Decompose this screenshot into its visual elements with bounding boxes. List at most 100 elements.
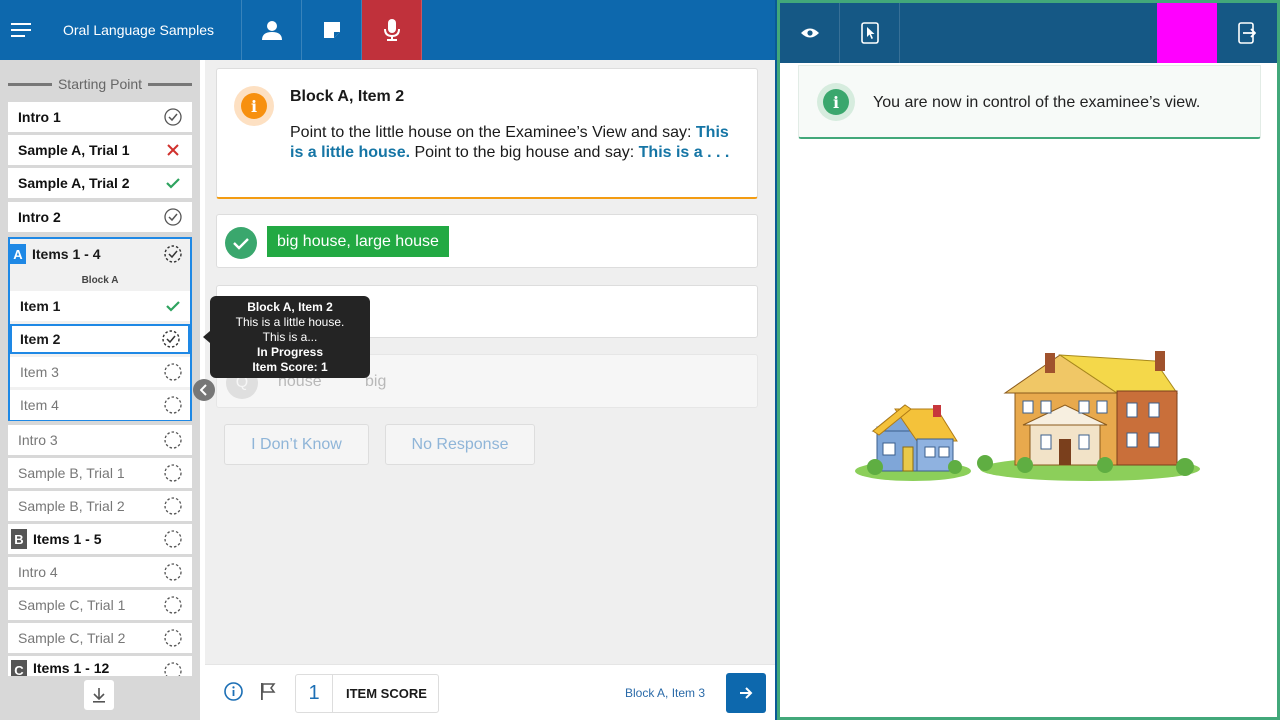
complete-check-icon [162, 206, 184, 228]
examinee-info-button[interactable] [242, 0, 302, 60]
nav-item-sample-c-trial-1[interactable]: Sample C, Trial 1 [8, 590, 192, 620]
nav-item-sample-a-trial-1[interactable]: Sample A, Trial 1 [8, 135, 192, 165]
preview-button[interactable] [780, 3, 840, 63]
download-button[interactable] [84, 680, 114, 710]
block-c-header[interactable]: C Items 1 - 12 [8, 656, 192, 676]
check-icon [233, 237, 249, 250]
control-notification: i You are now in control of the examinee… [798, 65, 1261, 139]
item-score-box[interactable]: 1 ITEM SCORE [295, 674, 439, 713]
not-started-icon [162, 528, 184, 550]
block-a-header[interactable]: A Items 1 - 4 [10, 239, 190, 269]
tooltip-line: This is a little house. [235, 315, 345, 329]
arrow-right-icon [740, 687, 753, 699]
item-score-label: ITEM SCORE [346, 686, 427, 701]
tooltip-score: Item Score: 1 [252, 360, 328, 374]
not-started-icon [162, 361, 184, 383]
flag-button[interactable] [260, 682, 276, 706]
marker-block [1157, 3, 1217, 63]
in-progress-icon [160, 328, 182, 350]
instruction-card: i Block A, Item 2 Point to the little ho… [216, 68, 758, 199]
in-progress-icon [162, 243, 184, 265]
item-tooltip: Block A, Item 2 This is a little house. … [210, 296, 370, 378]
flag-icon [261, 683, 276, 700]
nav-item-sample-b-trial-2[interactable]: Sample B, Trial 2 [8, 491, 192, 521]
nav-item-sample-a-trial-2[interactable]: Sample A, Trial 2 [8, 168, 192, 198]
block-a-group: A Items 1 - 4 Block A Item 1 Item 2 Item… [8, 237, 192, 421]
control-message: You are now in control of the examinee’s… [873, 94, 1201, 111]
notes-button[interactable] [302, 0, 362, 60]
nav-item-sample-c-trial-2[interactable]: Sample C, Trial 2 [8, 623, 192, 653]
next-item-button[interactable] [726, 673, 766, 713]
nav-item-label: Item 2 [20, 331, 61, 347]
not-started-icon [162, 561, 184, 583]
item-navigator: Starting Point Intro 1 Sample A, Trial 1… [0, 60, 200, 720]
incorrect-x-icon [162, 139, 184, 161]
i-dont-know-button[interactable]: I Don’t Know [224, 424, 369, 465]
block-badge: A [10, 244, 26, 264]
houses-illustration [855, 351, 1200, 481]
menu-button[interactable] [0, 0, 42, 60]
chevron-left-icon [200, 384, 207, 396]
starting-point-label: Starting Point [57, 76, 143, 92]
nav-item-intro-4[interactable]: Intro 4 [8, 557, 192, 587]
nav-item-intro-3[interactable]: Intro 3 [8, 425, 192, 455]
nav-item-block-a-item-1[interactable]: Item 1 [10, 291, 190, 321]
instruction-text: Point to the little house on the Examine… [290, 123, 740, 163]
nav-item-label: Item 3 [20, 364, 59, 380]
collapse-sidebar-button[interactable] [193, 379, 215, 401]
correct-check-icon [162, 172, 184, 194]
download-icon [93, 688, 105, 703]
instruction-part: Point to the little house on the Examine… [290, 124, 696, 141]
nav-item-label: Intro 4 [18, 564, 58, 580]
eye-icon [800, 28, 819, 38]
nav-item-label: Sample A, Trial 1 [18, 142, 130, 158]
notes-icon [323, 22, 340, 38]
tooltip-arrow [203, 331, 210, 343]
nav-item-block-a-item-3[interactable]: Item 3 [10, 357, 190, 387]
correct-check-icon [162, 295, 184, 317]
not-started-icon [162, 495, 184, 517]
item-footer: 1 ITEM SCORE Block A, Item 3 [205, 664, 775, 720]
no-response-button[interactable]: No Response [385, 424, 535, 465]
top-toolbar: Oral Language Samples [0, 0, 775, 60]
nav-item-label: Intro 1 [18, 109, 61, 125]
examinee-view-panel: i You are now in control of the examinee… [777, 0, 1280, 720]
tooltip-title: Block A, Item 2 [247, 300, 333, 314]
nav-item-label: Sample B, Trial 1 [18, 465, 125, 481]
item-score-value[interactable]: 1 [296, 675, 333, 712]
person-icon [261, 21, 282, 40]
nav-item-block-a-item-2[interactable]: Item 2 [10, 324, 190, 354]
block-b-header[interactable]: B Items 1 - 5 [8, 524, 192, 554]
next-item-label: Block A, Item 3 [625, 686, 706, 700]
microphone-icon [383, 19, 400, 41]
nav-item-block-a-item-4[interactable]: Item 4 [10, 390, 190, 420]
nav-item-label: Intro 3 [18, 432, 58, 448]
info-icon: i [817, 83, 855, 121]
correct-answer-card: big house, large house [216, 214, 758, 268]
block-title: Items 1 - 4 [32, 246, 101, 262]
record-button[interactable] [362, 0, 422, 60]
nav-item-intro-2[interactable]: Intro 2 [8, 202, 192, 232]
little-house-image [855, 404, 971, 481]
nav-item-label: Item 1 [20, 298, 61, 314]
block-badge: B [11, 529, 27, 549]
correct-response-button[interactable] [225, 227, 257, 259]
block-title: Items 1 - 5 [33, 531, 102, 547]
menu-icon [11, 23, 31, 37]
correct-answer-chip[interactable]: big house, large house [267, 226, 449, 257]
nav-item-label: Item 4 [20, 397, 59, 413]
info-button[interactable] [224, 682, 243, 706]
not-started-icon [162, 462, 184, 484]
starting-point-divider: Starting Point [8, 76, 192, 92]
tooltip-line: This is a... [262, 330, 318, 344]
nav-item-label: Intro 2 [18, 209, 61, 225]
tablet-exit-icon [1238, 22, 1256, 44]
not-started-icon [162, 594, 184, 616]
tooltip-status: In Progress [256, 345, 324, 359]
block-badge: C [11, 660, 27, 676]
instruction-emphasis: This is a . . . [638, 144, 730, 161]
exit-examinee-view-button[interactable] [1217, 3, 1277, 63]
examinee-control-button[interactable] [840, 3, 900, 63]
nav-item-intro-1[interactable]: Intro 1 [8, 102, 192, 132]
nav-item-sample-b-trial-1[interactable]: Sample B, Trial 1 [8, 458, 192, 488]
